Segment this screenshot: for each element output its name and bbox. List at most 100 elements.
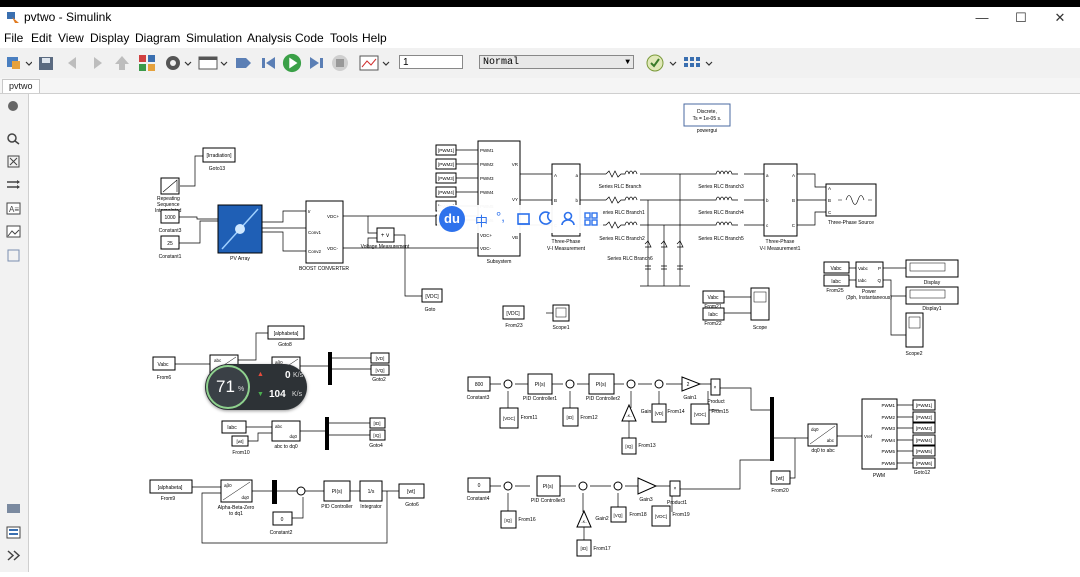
back-arrow-icon[interactable] <box>64 53 82 73</box>
keyboard-icon[interactable] <box>517 212 531 226</box>
goto-pwm4-tag: [PWM4] <box>916 438 932 443</box>
library-browser-icon[interactable] <box>137 53 157 73</box>
close-button[interactable]: ✕ <box>1045 9 1075 27</box>
model-advisor-icon[interactable] <box>645 53 679 73</box>
goto-label: Goto <box>425 307 436 313</box>
run-button[interactable] <box>281 53 303 73</box>
hide-browser-icon[interactable] <box>6 100 21 113</box>
arrow-routing-icon[interactable] <box>6 178 21 191</box>
meas1-port-b: B <box>554 198 557 203</box>
screen-top-edge <box>0 0 1080 7</box>
abc-to-dq0-in: abc <box>275 424 283 429</box>
minimize-button[interactable]: — <box>967 9 997 27</box>
menu-help[interactable]: Help <box>362 31 387 45</box>
zoom-icon[interactable] <box>6 132 21 145</box>
build-grid-icon[interactable] <box>682 53 716 73</box>
pid3-text: PI(s) <box>543 484 554 490</box>
goto-wt-tag: [wt] <box>407 489 415 495</box>
gauge-percent-unit: % <box>238 386 245 393</box>
demux3-block[interactable] <box>272 480 277 504</box>
sum1-block[interactable] <box>503 379 513 389</box>
annotation-icon[interactable]: A≡ <box>6 202 21 215</box>
gain3-block[interactable] <box>637 477 658 495</box>
grid-icon[interactable] <box>584 212 598 226</box>
image-icon[interactable] <box>6 225 21 238</box>
abc-label: abc <box>214 358 222 363</box>
toolbar: 1 Normal ▼ <box>0 48 1080 79</box>
menu-tools[interactable]: Tools <box>330 31 358 45</box>
new-model-icon[interactable] <box>4 53 32 73</box>
left-palette: A≡ <box>0 94 29 572</box>
pwm-out-3: PWM3 <box>882 426 896 431</box>
sum3-block[interactable] <box>626 379 636 389</box>
property-inspector-icon[interactable] <box>6 526 21 539</box>
step-forward-icon[interactable] <box>306 53 326 73</box>
boost-out-vdcminus: VDC- <box>327 246 339 251</box>
fit-to-view-icon[interactable] <box>6 155 21 168</box>
meas2-label-2: V-I Measurement1 <box>760 246 801 252</box>
model-canvas[interactable]: Discrete, Ts = 1e-05 s. powergui [Irradi… <box>29 94 1080 572</box>
menu-display[interactable]: Display <box>90 31 129 45</box>
menu-file[interactable]: File <box>4 31 23 45</box>
model-browser-icon[interactable] <box>6 502 21 515</box>
gain2-label: Gain2 <box>595 516 609 522</box>
from18-tag: [VQ] <box>613 513 622 518</box>
goto12-tags: [PWM1] [PWM2] [PWM3] [PWM4] [PWM5] [PWM6… <box>912 399 936 469</box>
power-port-q: Q <box>877 278 881 283</box>
rlc-branch2-label: Series RLC Branch2 <box>599 236 645 242</box>
up-arrow-icon[interactable] <box>113 53 131 73</box>
abc-to-dq0-out: dq0 <box>289 434 297 439</box>
chinese-input-icon[interactable]: 中 <box>475 211 488 230</box>
sum-block[interactable] <box>296 486 306 496</box>
demux-block[interactable] <box>328 352 332 385</box>
stop-time-input[interactable]: 1 <box>399 55 463 69</box>
simulation-mode-select[interactable]: Normal ▼ <box>479 55 634 69</box>
sum5-block[interactable] <box>503 481 513 491</box>
model-explorer-icon[interactable] <box>197 53 229 73</box>
boost-out-vdcplus: VDC+ <box>327 214 340 219</box>
sum7-block[interactable] <box>613 481 623 491</box>
scope-viewer-icon[interactable] <box>358 53 392 73</box>
demux2-block[interactable] <box>325 417 329 450</box>
menu-analysis[interactable]: Analysis <box>247 31 292 45</box>
goto-pwm2-tag: [PWM2] <box>916 415 932 420</box>
stop-button[interactable] <box>330 53 350 73</box>
network-speed-widget[interactable]: 71 % ▲ 0 K/s ▼ 104 K/s <box>205 364 307 410</box>
upload-speed-unit: K/s <box>293 372 304 379</box>
gain2-value: -K- <box>581 519 587 524</box>
area-icon[interactable] <box>6 249 21 262</box>
menu-diagram[interactable]: Diagram <box>135 31 180 45</box>
sum4-block[interactable] <box>654 379 664 389</box>
constant4-value: 0 <box>478 483 481 489</box>
punctuation-icon[interactable]: °, <box>496 209 505 224</box>
powergui-block[interactable] <box>683 103 731 127</box>
menu-view[interactable]: View <box>58 31 84 45</box>
save-icon[interactable] <box>37 53 55 73</box>
menu-code[interactable]: Code <box>295 31 324 45</box>
powergui-text-2: Ts = 1e-05 s. <box>693 116 722 122</box>
sum6-block[interactable] <box>578 481 588 491</box>
sun-icon <box>235 224 245 234</box>
goto13-label: Goto13 <box>209 166 226 172</box>
mux-block[interactable] <box>770 397 774 461</box>
constant-800-label: Constant3 <box>467 395 490 401</box>
menu-simulation[interactable]: Simulation <box>186 31 242 45</box>
gain1-block[interactable] <box>681 376 702 392</box>
menu-bar: File Edit View Display Diagram Simulatio… <box>0 29 1080 47</box>
settings-gear-icon[interactable] <box>163 53 193 73</box>
pwm-out-1: PWM1 <box>882 403 896 408</box>
from20-label: From20 <box>771 488 788 494</box>
moon-icon[interactable] <box>539 211 553 225</box>
block-diagram: Discrete, Ts = 1e-05 s. powergui [Irradi… <box>149 103 959 557</box>
user-icon[interactable] <box>561 211 575 226</box>
expand-palette-icon[interactable] <box>6 549 21 562</box>
tab-pvtwo[interactable]: pvtwo <box>2 79 40 93</box>
menu-edit[interactable]: Edit <box>31 31 52 45</box>
du-logo-icon[interactable]: du <box>439 206 465 232</box>
step-backward-icon[interactable] <box>259 53 279 73</box>
step-back-icon[interactable] <box>233 53 253 73</box>
maximize-button[interactable]: ☐ <box>1006 9 1036 27</box>
sum2-block[interactable] <box>565 379 575 389</box>
forward-arrow-icon[interactable] <box>88 53 106 73</box>
download-arrow-icon: ▼ <box>257 391 264 398</box>
